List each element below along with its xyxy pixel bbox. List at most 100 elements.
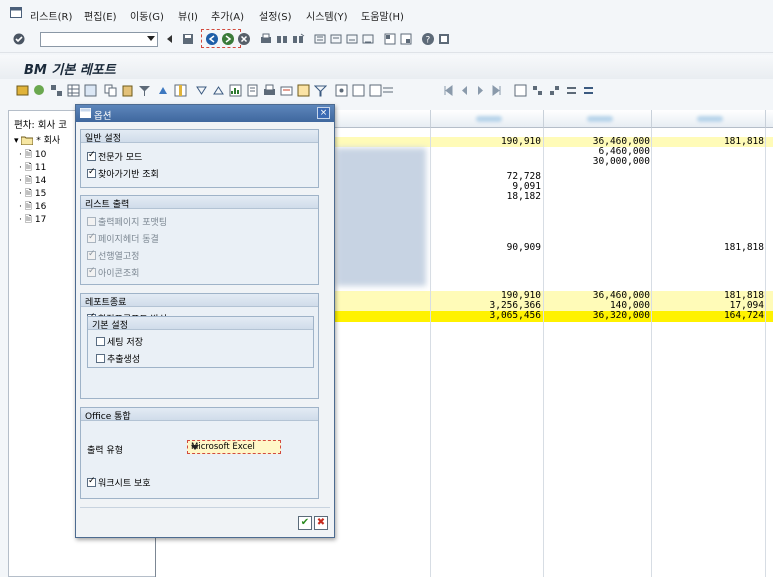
protect-worksheet-checkbox[interactable]: 워크시트 보호	[87, 476, 151, 489]
chevron-down-icon[interactable]	[191, 445, 199, 450]
confirm-button[interactable]: ✔	[298, 516, 312, 530]
create-extract-checkbox[interactable]: 추출생성	[96, 352, 140, 365]
layout-icon[interactable]	[335, 84, 348, 97]
menu-extras[interactable]: 추가(A)	[211, 8, 244, 23]
checkbox-box	[87, 249, 96, 260]
hierarchy-expand-icon[interactable]	[514, 84, 527, 97]
menu-window-icon[interactable]	[10, 7, 22, 18]
menu-settings[interactable]: 설정(S)	[259, 8, 292, 23]
column-header[interactable]	[431, 110, 544, 128]
abc-analysis-icon[interactable]	[297, 84, 310, 97]
checkbox-box[interactable]	[87, 150, 96, 161]
expert-mode-checkbox[interactable]: 전문가 모드	[87, 150, 142, 163]
tree-node-label: 10	[34, 150, 47, 160]
print-preview-icon[interactable]	[263, 84, 276, 97]
menu-list[interactable]: 리스트(R)	[30, 8, 72, 23]
checkbox-box	[87, 266, 96, 277]
next-icon[interactable]	[474, 84, 487, 97]
column-header[interactable]	[544, 110, 652, 128]
swap-icon[interactable]	[565, 84, 578, 97]
settings-layout-icon[interactable]	[352, 84, 365, 97]
layout-menu-icon[interactable]	[437, 32, 451, 46]
grid-cell[interactable]: 18,182	[431, 192, 541, 202]
document-icon[interactable]	[246, 84, 259, 97]
print-icon[interactable]	[259, 32, 273, 46]
column-header[interactable]	[652, 110, 766, 128]
tree-node-label: 16	[34, 202, 47, 212]
previous-page-icon[interactable]	[329, 32, 343, 46]
previous-icon[interactable]	[458, 84, 471, 97]
last-icon[interactable]	[490, 84, 503, 97]
next-page-icon[interactable]	[345, 32, 359, 46]
menu-edit[interactable]: 편집(E)	[84, 8, 117, 23]
menu-system[interactable]: 시스템(Y)	[306, 8, 348, 23]
sort-descending-icon[interactable]	[212, 84, 225, 97]
grid-cell[interactable]: 181,818	[652, 243, 764, 253]
search-based-view-checkbox[interactable]: 찾아가기반 조회	[87, 167, 159, 180]
column-icon[interactable]	[174, 84, 187, 97]
checkbox-label: 아이콘조회	[98, 269, 140, 279]
last-page-icon[interactable]	[361, 32, 375, 46]
menu-view[interactable]: 뷰(I)	[178, 8, 198, 23]
new-session-icon[interactable]	[383, 32, 397, 46]
grid-cell[interactable]: 30,000,000	[544, 157, 650, 167]
checkbox-box[interactable]	[87, 476, 96, 487]
command-field[interactable]	[40, 32, 158, 47]
paste-icon[interactable]	[121, 84, 134, 97]
collapse-all-icon[interactable]	[548, 84, 561, 97]
table-icon[interactable]	[67, 84, 80, 97]
checkbox-label: 출력페이지 포맷팅	[98, 218, 168, 228]
checkbox-box[interactable]	[96, 337, 105, 346]
checkbox-box[interactable]	[87, 167, 96, 178]
export-icon[interactable]	[280, 84, 293, 97]
expand-all-icon[interactable]	[531, 84, 544, 97]
expanded-triangle-icon[interactable]: ▾	[14, 136, 19, 146]
dialog-title-bar[interactable]: 옵션 ×	[76, 105, 334, 122]
grid-cell[interactable]: 181,818	[652, 137, 764, 147]
filter-icon[interactable]	[138, 84, 151, 97]
filter-set-icon[interactable]	[314, 84, 327, 97]
save-settings-checkbox[interactable]: 세팅 저장	[96, 335, 143, 348]
menu-goto[interactable]: 이동(G)	[130, 8, 164, 23]
sort-ascending-icon[interactable]	[195, 84, 208, 97]
grid-cell[interactable]: 164,724	[652, 311, 764, 321]
back-icon[interactable]	[205, 32, 219, 46]
navigation-icon[interactable]	[157, 84, 170, 97]
column-width-icon[interactable]	[369, 84, 395, 97]
grid-cell[interactable]: 90,909	[431, 243, 541, 253]
group-title: Office 통합	[85, 412, 131, 422]
hierarchy-icon[interactable]	[50, 84, 63, 97]
collapse-left-icon[interactable]	[163, 32, 177, 46]
menu-help[interactable]: 도움말(H)	[361, 8, 404, 23]
enter-check-icon[interactable]	[12, 32, 26, 46]
drilldown-icon[interactable]	[33, 84, 46, 97]
find-icon[interactable]	[275, 32, 289, 46]
cancel-button[interactable]: ✖	[314, 516, 328, 530]
output-type-select[interactable]: Microsoft Excel	[187, 440, 281, 454]
chart-icon[interactable]	[229, 84, 242, 97]
grid-cell[interactable]: 3,065,456	[431, 311, 541, 321]
shortcut-icon[interactable]	[399, 32, 413, 46]
help-icon[interactable]: ?	[421, 32, 435, 46]
chevron-down-icon[interactable]	[147, 36, 155, 41]
save-icon[interactable]	[181, 32, 195, 46]
tree-toggle-icon[interactable]	[16, 84, 29, 97]
copy-icon[interactable]	[104, 84, 117, 97]
compare-icon[interactable]	[582, 84, 595, 97]
document-icon: 🗎	[24, 150, 32, 160]
column-header[interactable]	[766, 110, 773, 128]
exit-icon[interactable]	[221, 32, 235, 46]
first-page-icon[interactable]	[313, 32, 327, 46]
find-next-icon[interactable]	[291, 32, 305, 46]
grid-column	[652, 128, 766, 577]
tree-node-label: 11	[34, 163, 47, 173]
close-button[interactable]: ×	[317, 107, 330, 119]
checkbox-box[interactable]	[96, 354, 105, 363]
tree-node[interactable]: · 🗎 17	[19, 212, 46, 228]
grid-cell[interactable]: 36,320,000	[544, 311, 650, 321]
grid-cell[interactable]: 190,910	[431, 137, 541, 147]
grid-view-icon[interactable]	[84, 84, 97, 97]
cancel-icon[interactable]	[237, 32, 251, 46]
tree-node-root[interactable]: ▾ * 회사	[14, 133, 60, 146]
first-icon[interactable]	[442, 84, 455, 97]
